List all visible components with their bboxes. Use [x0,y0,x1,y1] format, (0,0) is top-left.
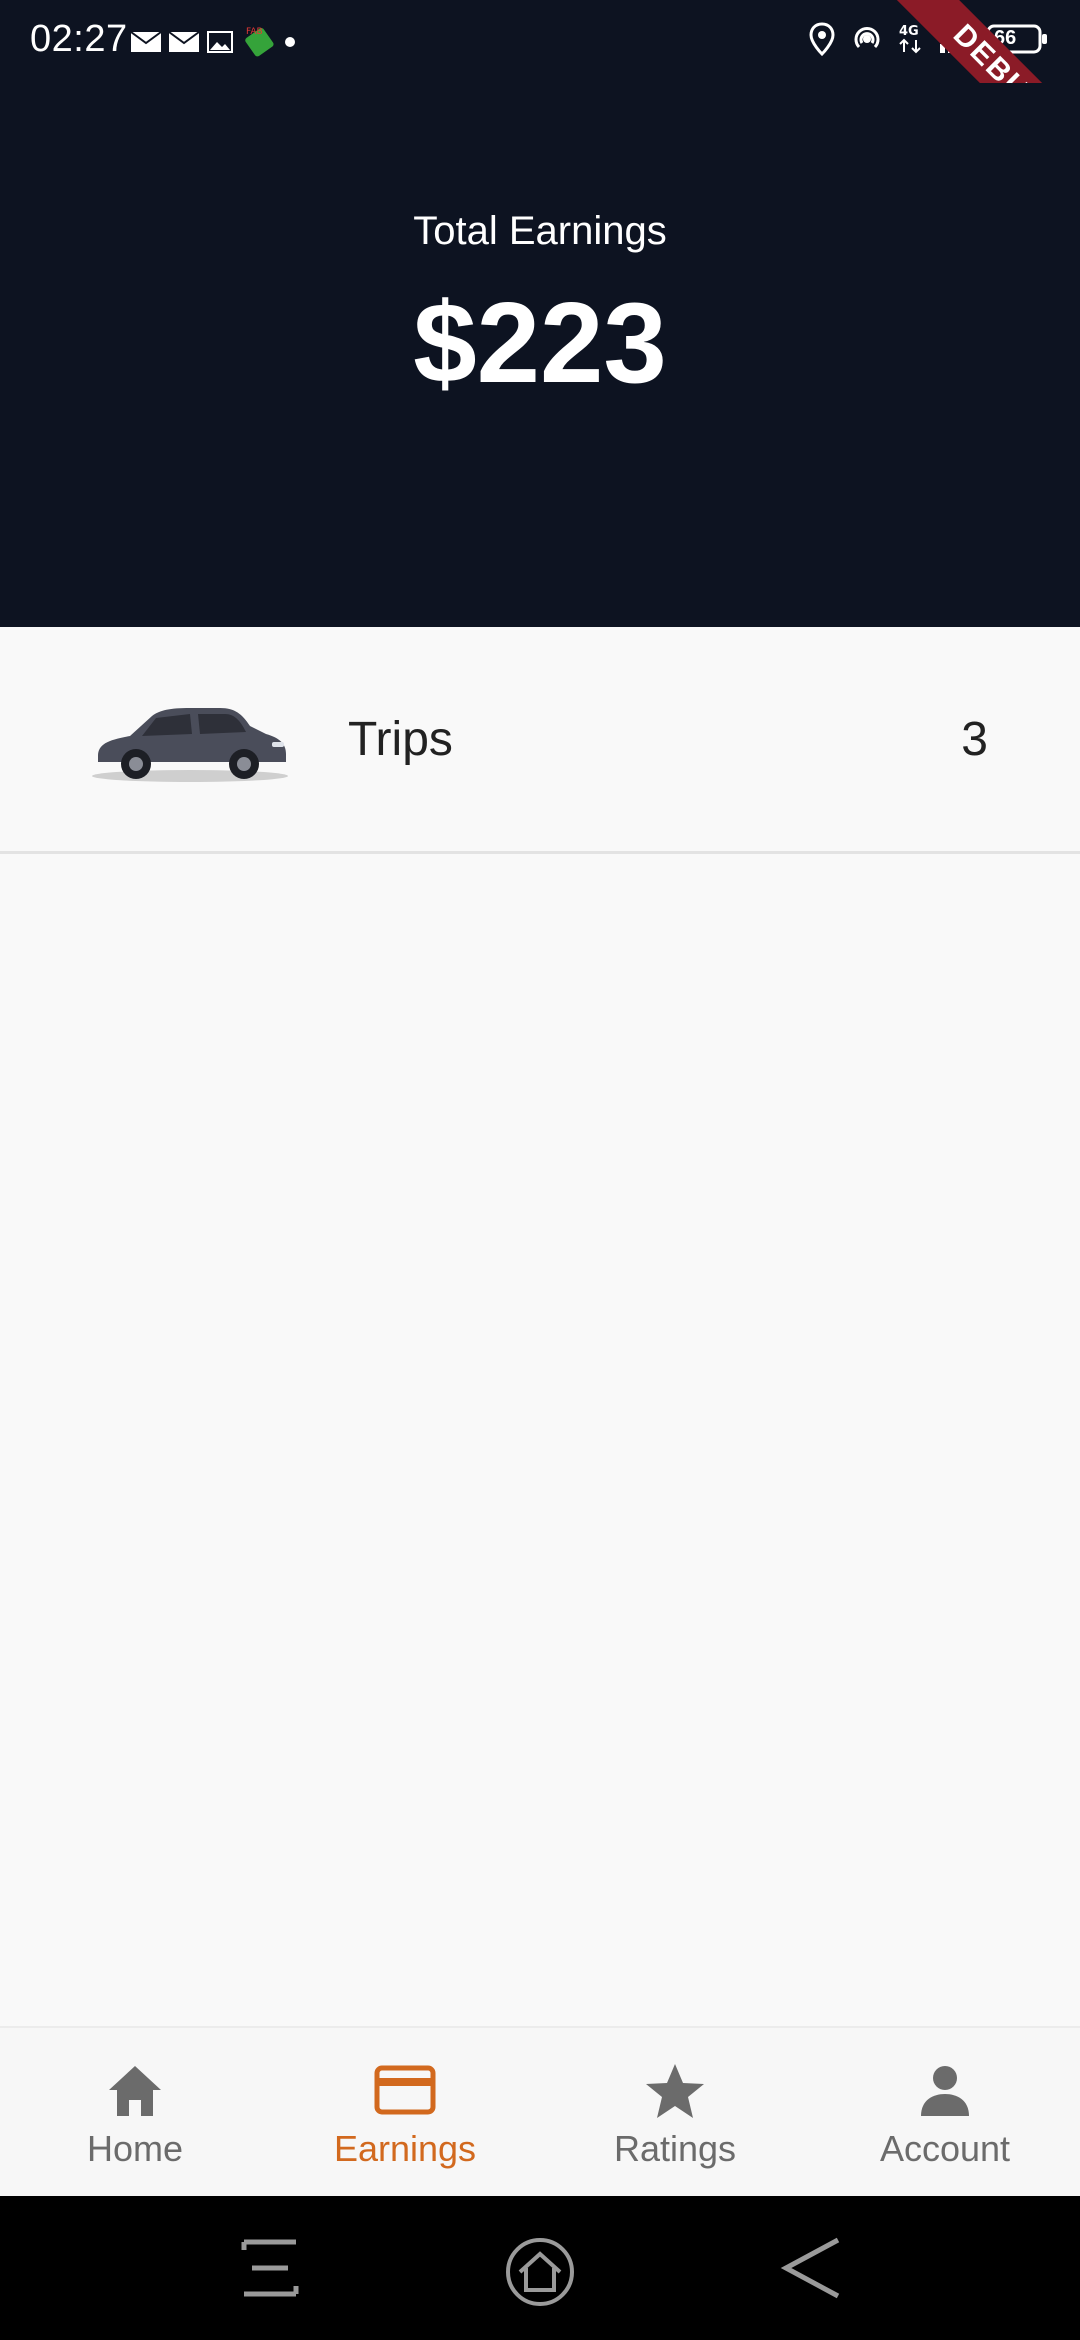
car-icon [92,708,288,782]
credit-card-icon [374,2065,436,2115]
nav-item-earnings[interactable]: Earnings [270,2028,540,2198]
nav-label-home: Home [86,2128,184,2169]
menu-icon[interactable] [240,2236,300,2300]
earnings-header: Total Earnings $223 [0,83,1080,627]
battery-level: 66 [994,27,1017,49]
nav-label-ratings: Ratings [613,2128,737,2169]
back-icon[interactable] [780,2236,844,2300]
status-time: 02:27 [30,18,128,60]
nav-item-home[interactable]: Home [0,2028,270,2198]
system-navigation-bar [0,2196,1080,2340]
nav-label-earnings: Earnings [333,2128,477,2169]
fab-notification-icon: FAB [245,27,274,57]
star-icon [646,2064,704,2118]
nav-label-account: Account [879,2128,1011,2169]
location-icon [809,22,835,56]
person-icon [921,2066,969,2116]
battery-indicator: 66 [986,24,1050,54]
svg-text:4G: 4G [899,24,919,39]
trips-row[interactable]: Trips 3 [0,627,1080,854]
nav-item-ratings[interactable]: Ratings [540,2028,810,2198]
image-icon [207,31,233,53]
hotspot-icon [854,27,880,49]
bottom-navigation: Home Earnings Ratings Account [0,2026,1080,2198]
total-earnings-label: Total Earnings [413,209,667,253]
status-bar: 02:27 FAB 4G 66 DEBUG [0,0,1080,190]
dot-icon [285,37,295,47]
network-4g-icon: 4G [899,24,921,54]
svg-text:FAB: FAB [246,27,263,37]
nav-item-account[interactable]: Account [810,2028,1080,2198]
signal-icon [940,26,969,53]
trips-count: 3 [961,713,988,766]
home-icon [109,2066,161,2116]
notification-icons: FAB [130,24,298,60]
trips-label: Trips [348,713,453,766]
total-earnings-amount: $223 [413,280,667,407]
home-circle-icon[interactable] [504,2236,576,2308]
system-status-icons: 4G 66 [808,22,1050,56]
mail-icon [130,31,162,52]
mail-icon [168,31,200,52]
